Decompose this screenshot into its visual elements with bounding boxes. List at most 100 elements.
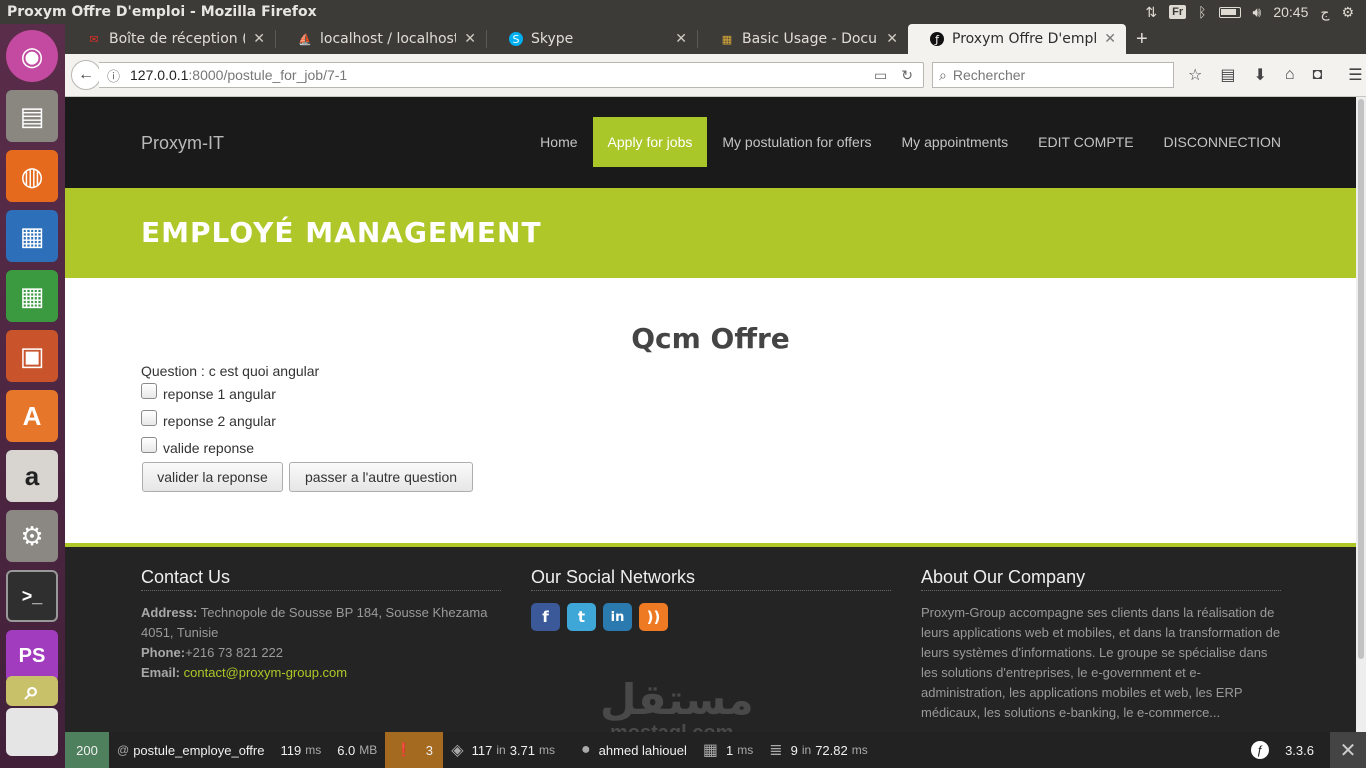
volume-icon[interactable]: 🔊︎ — [1253, 4, 1262, 21]
info-icon[interactable]: ⓘ — [107, 66, 120, 85]
writer-icon[interactable]: ▦ — [6, 210, 58, 262]
calc-icon[interactable]: ▦ — [6, 270, 58, 322]
close-icon[interactable]: ✕ — [253, 31, 265, 47]
reader-view-icon[interactable]: ▭ — [874, 67, 887, 84]
impress-icon[interactable]: ▣ — [6, 330, 58, 382]
software-center-icon[interactable]: A — [6, 390, 58, 442]
menu-my-appointments[interactable]: My appointments — [887, 117, 1024, 167]
firefox-icon[interactable]: ◍ — [6, 150, 58, 202]
back-arrow-icon[interactable]: ← — [71, 60, 101, 90]
keyboard-layout-indicator[interactable]: Fr — [1169, 5, 1187, 19]
pocket-icon[interactable]: ◘ — [1313, 66, 1323, 84]
tab-gmail[interactable]: ✉ Boîte de réception (37 ✕ — [65, 24, 275, 54]
url-bar[interactable]: ⓘ 127.0.0.1:8000/postule_for_job/7-1 ▭ ↻ — [99, 62, 924, 88]
reload-icon[interactable]: ↻ — [901, 67, 913, 84]
phpmyadmin-icon: ⛵ — [298, 32, 312, 46]
locale-indicator[interactable]: ج — [1320, 4, 1329, 21]
window-title: Proxym Offre D'emploi - Mozilla Firefox — [7, 4, 317, 20]
site-header: Proxym-IT Home Apply for jobs My postula… — [65, 97, 1356, 188]
system-settings-icon[interactable]: ⚙ — [6, 510, 58, 562]
answer-option-1[interactable]: reponse 1 angular — [141, 383, 276, 402]
status-code-badge[interactable]: 200 — [65, 732, 109, 768]
browser-tab-strip: ✉ Boîte de réception (37 ✕ ⛵ localhost /… — [65, 24, 1366, 54]
watermark-logo: مستقل — [600, 675, 754, 724]
close-icon[interactable]: ✕ — [1104, 31, 1116, 47]
symfony-version-panel[interactable]: ƒ 3.3.6 — [1243, 732, 1322, 768]
next-question-button[interactable]: passer a l'autre question — [289, 462, 473, 492]
workspace-switcher-icon[interactable] — [6, 708, 58, 756]
search-input[interactable]: ⌕ Rechercher — [932, 62, 1174, 88]
memory-panel[interactable]: 6.0 MB — [329, 732, 385, 768]
contact-email-link[interactable]: contact@proxym-group.com — [184, 665, 347, 680]
footer-social: Our Social Networks f t in )) — [531, 567, 891, 631]
page-scrollbar[interactable] — [1356, 97, 1366, 732]
user-icon: ● — [581, 741, 591, 758]
site-footer: Contact Us Address: Technopole de Sousse… — [65, 547, 1356, 732]
amazon-icon[interactable]: a — [6, 450, 58, 502]
download-icon[interactable]: ⬇ — [1253, 65, 1266, 85]
twig-panel[interactable]: ▦ 1 ms — [695, 732, 761, 768]
url-host: 127.0.0.1 — [130, 67, 189, 83]
tab-basic-usage[interactable]: ▦ Basic Usage - Documen ✕ — [698, 24, 908, 54]
system-tray: ⇅ Fr ᛒ 🔊︎ 20:45 ج ⚙ — [1145, 4, 1366, 21]
warnings-panel[interactable]: ❗ 3 — [385, 732, 444, 768]
clock[interactable]: 20:45 — [1273, 4, 1308, 20]
hero-title: EMPLOYÉ MANAGEMENT — [141, 216, 542, 249]
time-panel[interactable]: 119 ms — [272, 732, 329, 768]
ubuntu-dash-icon[interactable]: ◉ — [6, 30, 58, 82]
twitter-icon[interactable]: t — [567, 603, 596, 631]
terminal-icon[interactable]: >_ — [6, 570, 58, 622]
ubuntu-launcher: ◉ ▤ ◍ ▦ ▦ ▣ A a ⚙ >_ PS ⌕ — [0, 24, 65, 768]
os-top-bar: Proxym Offre D'emploi - Mozilla Firefox … — [0, 0, 1366, 24]
submit-answer-button[interactable]: valider la reponse — [142, 462, 283, 492]
answer-checkbox[interactable] — [141, 383, 157, 399]
answer-option-3[interactable]: valide reponse — [141, 437, 254, 456]
footer-about-title: About Our Company — [921, 567, 1281, 591]
menu-apply-for-jobs[interactable]: Apply for jobs — [592, 117, 708, 167]
symfony-icon: ƒ — [930, 32, 944, 46]
answer-option-2[interactable]: reponse 2 angular — [141, 410, 276, 429]
reading-list-icon[interactable]: ▤ — [1220, 65, 1235, 85]
template-icon: ▦ — [702, 742, 718, 759]
linkedin-icon[interactable]: in — [603, 603, 632, 631]
hamburger-menu-icon[interactable]: ☰ — [1348, 65, 1362, 85]
answer-checkbox[interactable] — [141, 410, 157, 426]
close-icon[interactable]: ✕ — [675, 31, 687, 47]
close-icon[interactable]: ✕ — [886, 31, 898, 47]
settings-gear-icon[interactable]: ⚙ — [1341, 4, 1354, 21]
files-icon[interactable]: ▤ — [6, 90, 58, 142]
rss-icon[interactable]: )) — [639, 603, 668, 631]
battery-icon[interactable] — [1218, 6, 1241, 18]
user-panel[interactable]: ● ahmed lahiouel — [573, 732, 695, 768]
route-panel[interactable]: @ postule_employe_offre — [109, 732, 272, 768]
contact-phone: +216 73 821 222 — [185, 645, 284, 660]
facebook-icon[interactable]: f — [531, 603, 560, 631]
database-panel[interactable]: ≣ 9 in 72.82 ms — [761, 732, 876, 768]
warning-icon: ❗ — [395, 742, 412, 757]
menu-my-postulation[interactable]: My postulation for offers — [707, 117, 886, 167]
menu-edit-compte[interactable]: EDIT COMPTE — [1023, 117, 1148, 167]
bookmark-star-icon[interactable]: ☆ — [1188, 65, 1202, 85]
main-menu: Home Apply for jobs My postulation for o… — [525, 117, 1296, 167]
menu-home[interactable]: Home — [525, 117, 592, 167]
bluetooth-icon[interactable]: ᛒ — [1198, 4, 1206, 20]
forms-panel[interactable]: ◈ 117 in 3.71 ms — [443, 732, 563, 768]
gmail-icon: ✉ — [89, 32, 99, 46]
close-toolbar-icon[interactable]: ✕ — [1330, 732, 1366, 768]
browser-navbar: ← ⓘ 127.0.0.1:8000/postule_for_job/7-1 ▭… — [65, 54, 1366, 97]
image-viewer-icon[interactable]: ⌕ — [6, 675, 58, 706]
skype-icon: S — [509, 32, 523, 46]
footer-social-title: Our Social Networks — [531, 567, 891, 591]
close-icon[interactable]: ✕ — [464, 31, 476, 47]
new-tab-plus-icon[interactable]: + — [1126, 24, 1158, 54]
tab-proxym-active[interactable]: ƒ Proxym Offre D'emploi ✕ — [908, 24, 1126, 54]
menu-disconnection[interactable]: DISCONNECTION — [1149, 117, 1296, 167]
network-icon[interactable]: ⇅ — [1145, 4, 1157, 21]
site-brand[interactable]: Proxym-IT — [141, 133, 224, 154]
layers-icon: ◈ — [451, 742, 464, 759]
tab-skype[interactable]: S Skype ✕ — [487, 24, 697, 54]
tab-phpmyadmin[interactable]: ⛵ localhost / localhost / p ✕ — [276, 24, 486, 54]
answer-checkbox[interactable] — [141, 437, 157, 453]
home-icon[interactable]: ⌂ — [1285, 66, 1295, 84]
footer-contact: Contact Us Address: Technopole de Sousse… — [141, 567, 501, 683]
